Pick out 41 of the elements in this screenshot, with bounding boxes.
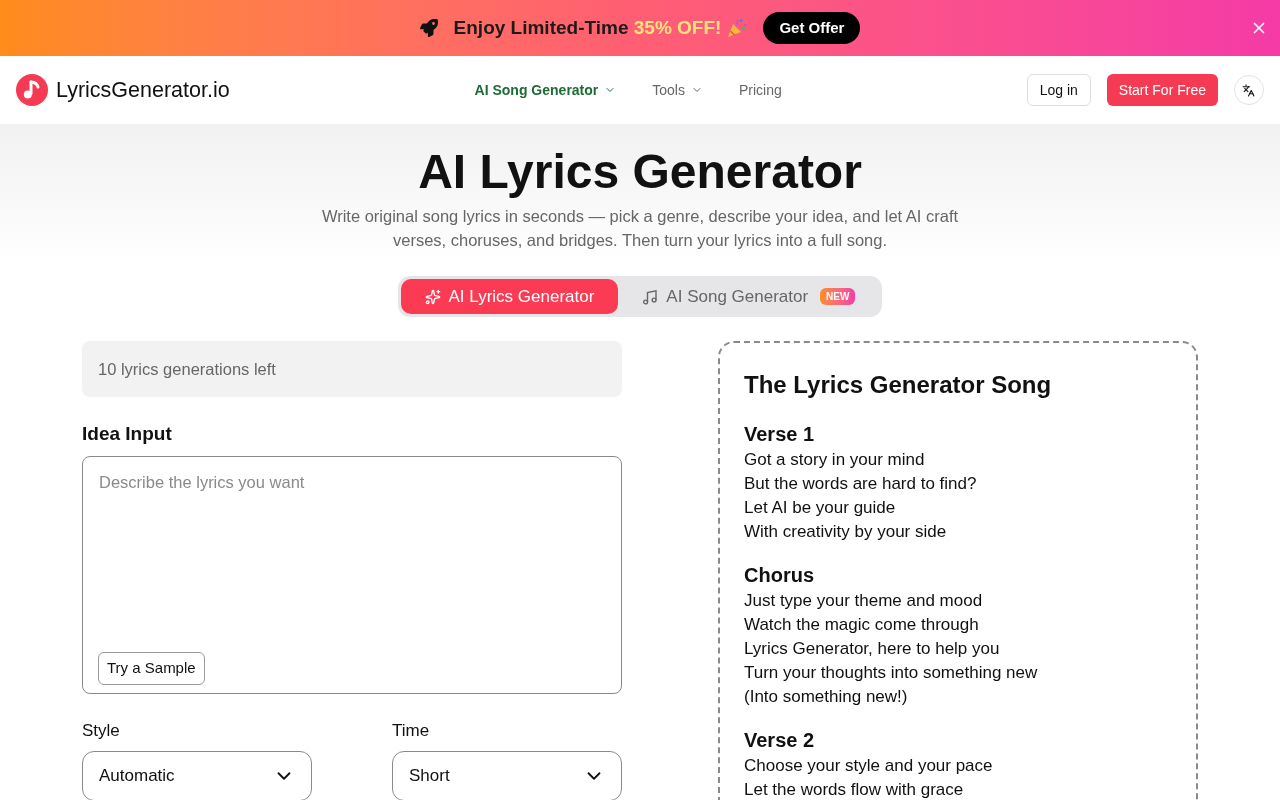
- lyrics-line: Turn your thoughts into something new: [744, 662, 1039, 684]
- lyrics-line: Let AI be your guide: [744, 497, 897, 519]
- promo-text: Enjoy Limited-Time 35% OFF!: [453, 15, 722, 40]
- try-sample-button[interactable]: Try a Sample: [98, 652, 205, 685]
- start-for-free-button[interactable]: Start For Free: [1106, 74, 1218, 106]
- field-label: Style: [82, 720, 121, 742]
- idea-input-label: Idea Input: [82, 422, 173, 446]
- lyrics-line: Choose your style and your pace: [744, 755, 994, 777]
- dropdown-select[interactable]: Automatic: [82, 751, 312, 800]
- credits-remaining: 10 lyrics generations left: [82, 341, 622, 397]
- rocket-icon: [419, 19, 438, 37]
- lyrics-line: Got a story in your mind: [744, 449, 926, 471]
- page-title: AI Lyrics Generator: [418, 144, 862, 200]
- section-heading: Verse 1: [744, 422, 816, 447]
- lyrics-line: Just type your theme and mood: [744, 590, 984, 612]
- section-heading: Chorus: [744, 563, 815, 588]
- logo-text[interactable]: LyricsGenerator.io: [56, 73, 230, 107]
- lyrics-line: (Into something new!): [744, 686, 909, 708]
- get-offer-button[interactable]: Get Offer: [763, 12, 861, 44]
- mode-tab[interactable]: AI Lyrics Generator: [400, 279, 619, 314]
- lyrics-line: Lyrics Generator, here to help you: [744, 638, 1001, 660]
- field-label: Time: [392, 720, 431, 742]
- login-button[interactable]: Log in: [1026, 74, 1091, 106]
- mode-tab[interactable]: AI Song Generator NEW: [618, 279, 880, 314]
- song-title: The Lyrics Generator Song: [744, 370, 1053, 400]
- translate-icon: [1242, 83, 1256, 97]
- lyrics-line: But the words are hard to find?: [744, 473, 978, 495]
- logo-music-note-icon: [16, 74, 48, 106]
- party-popper-icon: [727, 18, 748, 38]
- new-badge: NEW: [820, 288, 856, 305]
- music-notes-icon: [642, 288, 659, 305]
- page-subtitle: Write original song lyrics in seconds — pick a genre, describe your idea, and let AI craft verses, choruses, and bridges. Then turn your lyrics into a full song.: [320, 206, 960, 251]
- sparkles-icon: [424, 288, 441, 305]
- lyrics-line: Let the words flow with grace: [744, 779, 965, 800]
- nav-link[interactable]: Pricing: [738, 79, 782, 101]
- nav-link[interactable]: AI Song Generator: [474, 79, 617, 101]
- lyrics-line: Watch the magic come through: [744, 614, 980, 636]
- lyrics-line: With creativity by your side: [744, 521, 948, 543]
- nav-link[interactable]: Tools: [652, 79, 703, 101]
- dropdown-select[interactable]: Short: [392, 751, 622, 800]
- section-heading: Verse 2: [744, 728, 816, 753]
